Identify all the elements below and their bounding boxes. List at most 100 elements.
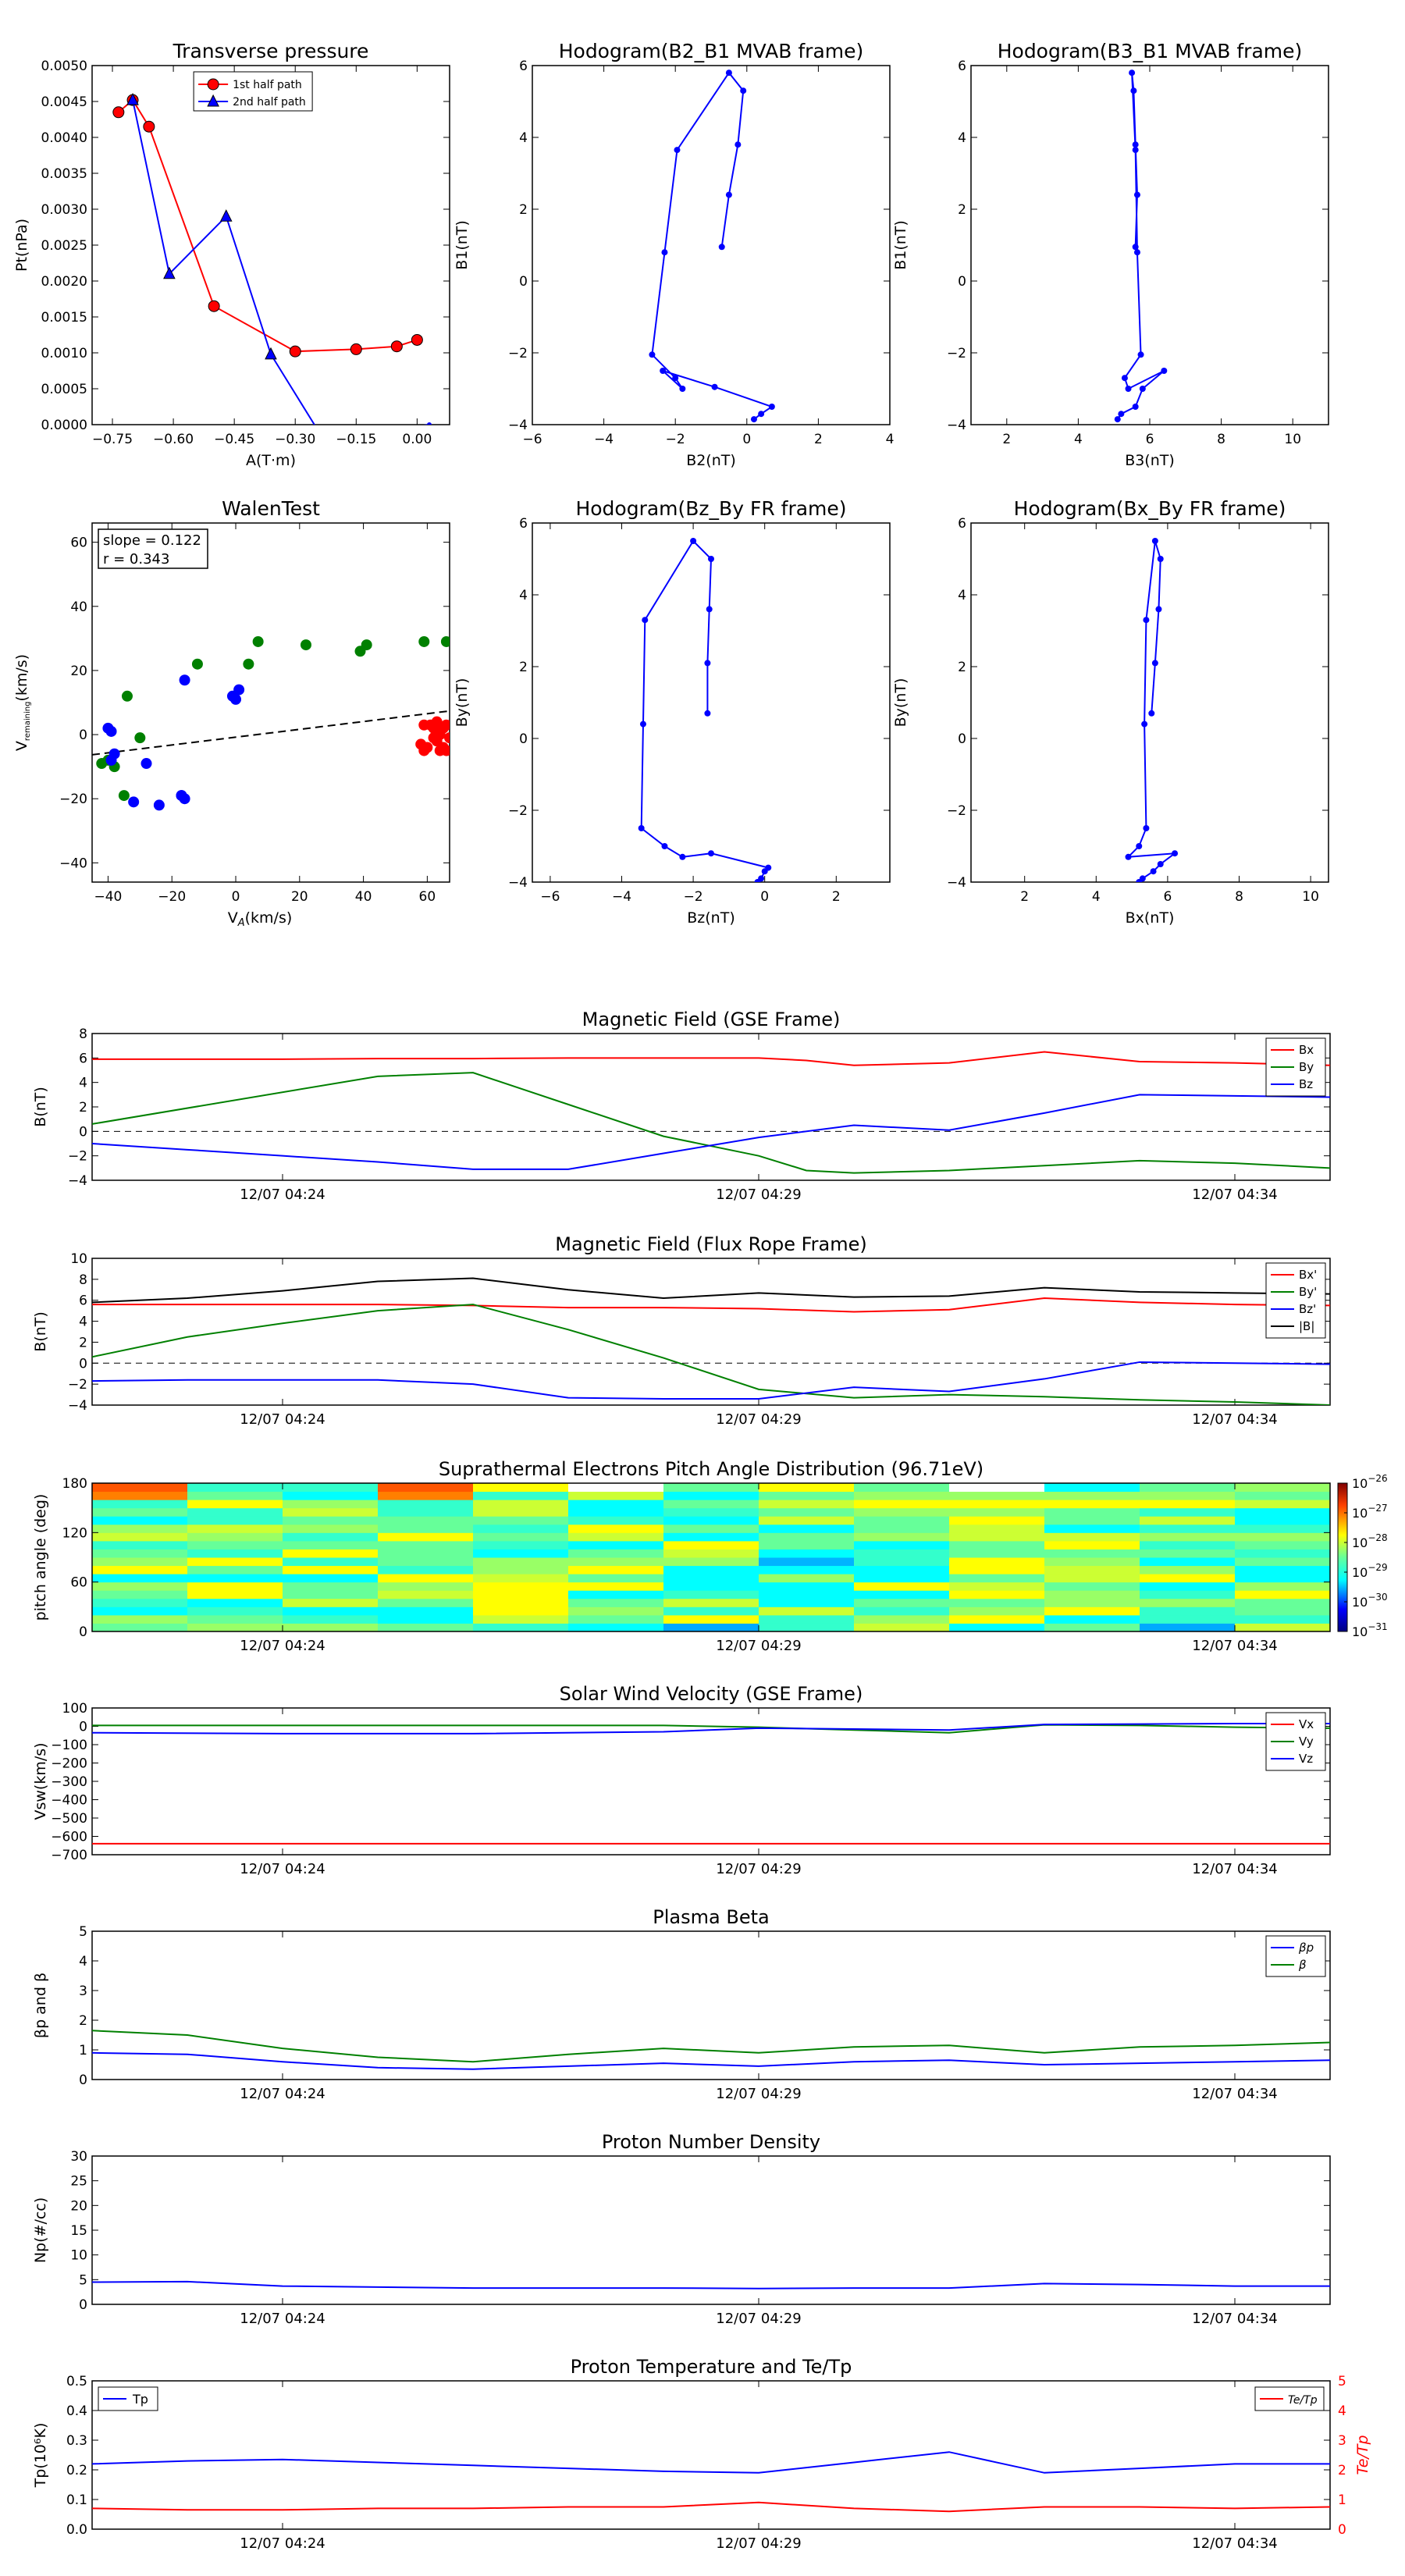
heatmap-cell: [949, 1500, 1045, 1509]
x-tick-label: 10: [1302, 889, 1319, 905]
series-line-Te/Tp: [92, 2501, 1330, 2513]
legend-marker: [207, 78, 219, 91]
heatmap-cell: [1044, 1598, 1140, 1607]
x-axis-label-sub: A: [237, 917, 245, 929]
y-tick-label: 0.0025: [41, 238, 87, 254]
heatmap-cell: [473, 1507, 569, 1517]
y-tick-label: 2: [79, 2013, 87, 2029]
heatmap-cell: [1140, 1507, 1236, 1517]
heatmap-cell: [378, 1524, 474, 1533]
heatmap-cell: [949, 1549, 1045, 1558]
y-tick-label: 0: [958, 274, 966, 290]
heatmap-cell: [92, 1606, 188, 1616]
heatmap-cell: [473, 1574, 569, 1583]
heatmap-cell: [473, 1582, 569, 1591]
data-point: [690, 538, 697, 544]
heatmap-cell: [473, 1598, 569, 1607]
data-point: [1129, 69, 1136, 76]
heatmap-cell: [92, 1549, 188, 1558]
scatter-point: [422, 742, 433, 753]
mag-field-gse-plot: [92, 1051, 1330, 1174]
legend-label: By': [1299, 1285, 1317, 1299]
y-tick-label: 0.0045: [41, 94, 87, 110]
heatmap-cell: [187, 1491, 283, 1500]
x-axis-label: Bx(nT): [1126, 909, 1175, 927]
heatmap-cell: [568, 1590, 664, 1599]
heatmap-cell: [378, 1565, 474, 1574]
heatmap-cell: [1140, 1557, 1236, 1567]
x-tick-label: 12/07 04:24: [240, 2086, 325, 2102]
heatmap-cell: [1140, 1582, 1236, 1591]
series-line-Bz': [92, 1361, 1330, 1400]
walen-test-title: WalenTest: [222, 497, 320, 520]
data-point: [1172, 850, 1179, 857]
heatmap-cell: [1044, 1516, 1140, 1525]
y-tick-label: −4: [947, 875, 966, 891]
heatmap-cell: [378, 1557, 474, 1567]
x-axis-label-rest: (km/s): [245, 909, 293, 927]
heatmap-cell: [473, 1557, 569, 1567]
heatmap-cell: [92, 1614, 188, 1624]
heatmap-cell: [92, 1574, 188, 1583]
heatmap-cell: [1044, 1500, 1140, 1509]
heatmap-cell: [92, 1483, 188, 1493]
heatmap-cell: [663, 1500, 759, 1509]
scatter-point: [128, 796, 140, 808]
scatter-point: [121, 690, 133, 702]
data-point: [1141, 720, 1148, 728]
heatmap-cell: [92, 1524, 188, 1533]
data-point: [672, 375, 679, 382]
y-tick-label: 6: [519, 516, 528, 532]
heatmap-cell: [568, 1540, 664, 1550]
data-point: [143, 120, 155, 133]
heatmap-cell: [283, 1557, 379, 1567]
x-tick-label: 12/07 04:24: [240, 1638, 325, 1654]
pitch-angle-panel: Suprathermal Electrons Pitch Angle Distr…: [32, 1458, 1388, 1654]
heatmap-cell: [92, 1491, 188, 1500]
data-point: [1136, 843, 1143, 849]
y-tick-label: 0.2: [66, 2463, 87, 2478]
y-tick-label: 25: [70, 2174, 87, 2190]
heatmap-cell: [854, 1557, 950, 1567]
heatmap-cell: [1140, 1540, 1236, 1550]
x-tick-label: 12/07 04:34: [1192, 1861, 1277, 1877]
x-tick-label: 12/07 04:29: [716, 1638, 801, 1654]
heatmap-cell: [568, 1524, 664, 1533]
scatter-point: [134, 732, 146, 744]
x-tick-label: 12/07 04:34: [1192, 2311, 1277, 2327]
x-tick-label: 12/07 04:24: [240, 1861, 325, 1877]
heatmap-cell: [1140, 1590, 1236, 1599]
legend-label: Tp: [132, 2392, 148, 2407]
heatmap-cell: [187, 1565, 283, 1574]
annotation-slope: slope = 0.122: [103, 532, 201, 549]
heatmap-cell: [949, 1491, 1045, 1500]
heatmap-cell: [759, 1574, 855, 1583]
data-point: [1151, 538, 1158, 544]
walen-test-panel: WalenTest −40 −20 0 20 40 60 −40 −20 0 20 40 60 VA(km…: [13, 497, 450, 929]
proton-density-title: Proton Number Density: [602, 2131, 820, 2153]
y-tick-label: 4: [79, 1076, 87, 1091]
series-line-Bx': [92, 1297, 1330, 1313]
legend-label: Vx: [1299, 1717, 1314, 1731]
heatmap-cell: [1044, 1491, 1140, 1500]
hodogram-b3-b1-title: Hodogram(B3_B1 MVAB frame): [998, 40, 1303, 62]
scatter-point: [179, 674, 190, 686]
heatmap-cell: [473, 1524, 569, 1533]
x-tick-label: −6: [540, 889, 560, 905]
proton-density-panel: Proton Number Density 0 5 10 15 20 25 30 12/07 0…: [32, 2131, 1331, 2327]
heatmap-cell: [1235, 1574, 1330, 1583]
data-point: [1148, 710, 1155, 717]
y-tick-label: 5: [79, 2272, 87, 2288]
x-tick-label: 4: [886, 432, 895, 447]
heatmap-cell: [854, 1524, 950, 1533]
x-tick-label: 2: [814, 432, 823, 447]
x-tick-label: 12/07 04:29: [716, 1187, 801, 1203]
heatmap-cell: [759, 1614, 855, 1624]
heatmap-cell: [759, 1623, 855, 1631]
walen-test-frame: [91, 522, 450, 883]
x-tick-label: 12/07 04:34: [1192, 1187, 1277, 1203]
transverse-pressure-frame: [91, 65, 450, 425]
heatmap-cell: [949, 1540, 1045, 1550]
heatmap-cell: [663, 1491, 759, 1500]
legend: [1265, 1935, 1326, 1977]
